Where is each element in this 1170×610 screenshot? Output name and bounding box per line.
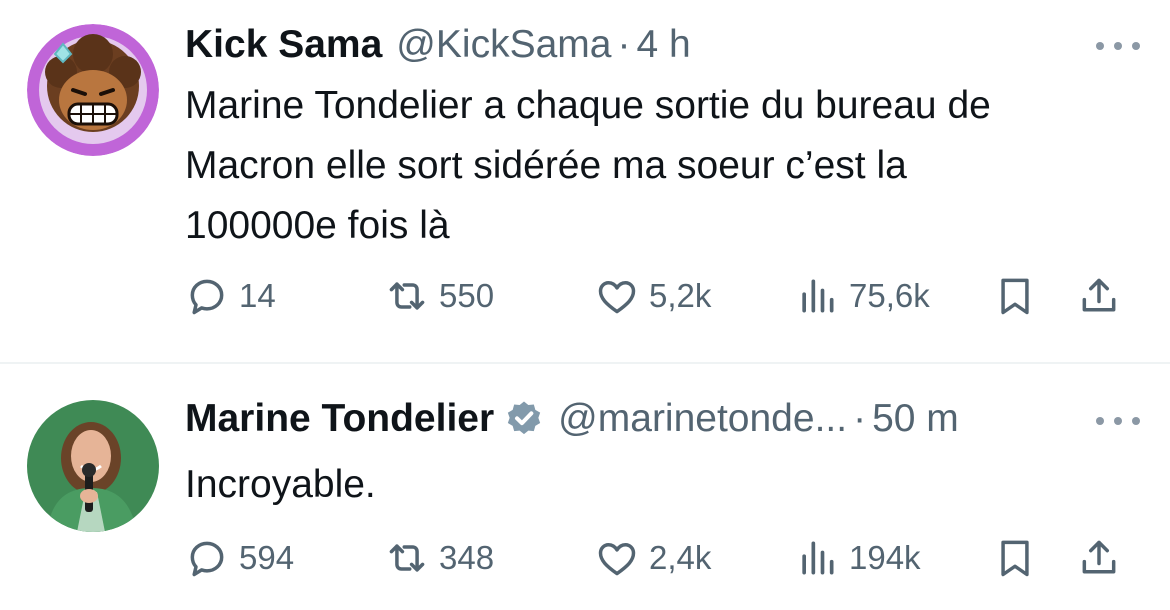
more-icon[interactable] [1096,411,1140,431]
avatar-kick-sama[interactable] [27,24,159,156]
author-name[interactable]: Marine Tondelier [185,397,494,441]
like-button[interactable]: 5,2k [595,268,711,324]
reply-button[interactable]: 14 [185,268,276,324]
reply-count: 594 [239,539,295,576]
views-button[interactable]: 194k [795,530,921,586]
tweet-actions: 14 550 5,2k 75,6k [185,268,1145,324]
repost-button[interactable]: 348 [385,530,494,586]
tweet-text: Incroyable. [185,455,1145,515]
author-handle[interactable]: @KickSama [396,23,611,67]
verified-badge-icon [504,399,544,439]
share-button[interactable] [1077,530,1121,586]
repost-count: 550 [439,277,495,314]
tweet-text-line: Macron elle sort sidérée ma soeur c’est … [185,144,907,187]
heart-icon [595,274,639,318]
separator-dot: · [617,23,631,66]
views-count: 194k [849,539,921,576]
tweet-kick-sama[interactable]: Kick Sama @KickSama · 4 h Marine Tondeli… [0,0,1170,362]
reply-icon [185,274,229,318]
bookmark-icon [993,536,1037,580]
share-icon [1077,274,1121,318]
avatar-marine-tondelier[interactable] [27,400,159,532]
tweet-text: Marine Tondelier a chaque sortie du bure… [185,76,1145,256]
tweet-time[interactable]: 4 h [636,23,690,67]
tweet-text-line: Marine Tondelier a chaque sortie du bure… [185,84,991,127]
tweet-marine-tondelier[interactable]: Marine Tondelier @marinetonde... · 50 m … [0,364,1170,610]
bookmark-icon [993,274,1037,318]
bookmark-button[interactable] [993,268,1037,324]
author-handle[interactable]: @marinetonde... [558,397,847,441]
tweet-text-line: Incroyable. [185,463,376,506]
views-count: 75,6k [849,277,930,314]
heart-icon [595,536,639,580]
repost-icon [385,536,429,580]
more-icon[interactable] [1096,36,1140,56]
reply-icon [185,536,229,580]
author-name[interactable]: Kick Sama [185,23,382,67]
tweet-actions: 594 348 2,4k 194k [185,530,1145,586]
tweet-header: Marine Tondelier @marinetonde... · 50 m [185,392,1050,446]
views-icon [795,536,839,580]
repost-button[interactable]: 550 [385,268,494,324]
like-count: 2,4k [649,539,712,576]
reply-count: 14 [239,277,276,314]
views-icon [795,274,839,318]
views-button[interactable]: 75,6k [795,268,930,324]
bookmark-button[interactable] [993,530,1037,586]
tweet-header: Kick Sama @KickSama · 4 h [185,18,1050,72]
reply-button[interactable]: 594 [185,530,294,586]
like-button[interactable]: 2,4k [595,530,711,586]
share-icon [1077,536,1121,580]
share-button[interactable] [1077,268,1121,324]
repost-icon [385,274,429,318]
like-count: 5,2k [649,277,712,314]
tweet-time[interactable]: 50 m [872,397,959,441]
separator-dot: · [853,397,867,440]
repost-count: 348 [439,539,495,576]
tweet-text-line: 100000e fois là [185,204,450,247]
